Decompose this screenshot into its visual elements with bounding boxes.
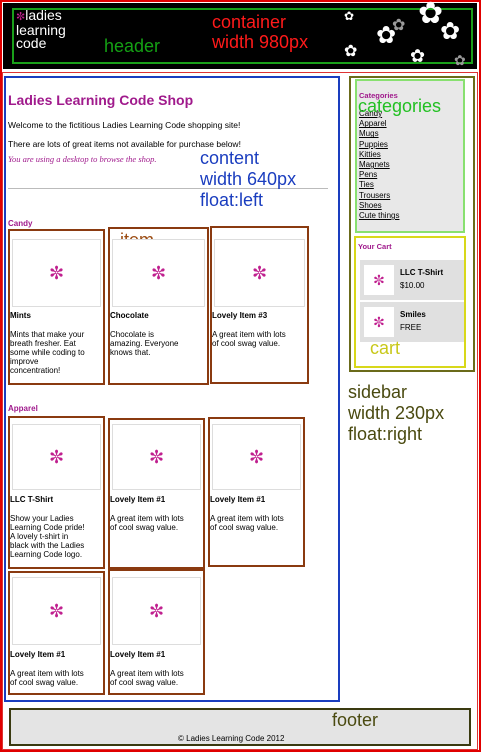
category-list: Candy Apparel Mugs Puppies Kitties Magne… bbox=[359, 109, 399, 221]
cart-item-price: FREE bbox=[400, 323, 422, 332]
product-name: Lovely Item #1 bbox=[10, 650, 66, 659]
product-image: ✼ bbox=[112, 424, 201, 490]
category-heading-candy: Candy bbox=[8, 219, 33, 228]
asterisk-logo-icon: ✼ bbox=[373, 271, 385, 288]
product-card[interactable]: ✼ Lovely Item #1 A great item with lots o… bbox=[108, 569, 205, 695]
cart-thumb: ✼ bbox=[364, 307, 394, 337]
asterisk-logo-icon: ✼ bbox=[373, 313, 385, 330]
asterisk-logo-icon: ✼ bbox=[48, 263, 65, 283]
product-image: ✼ bbox=[112, 577, 201, 645]
category-link[interactable]: Puppies bbox=[359, 140, 399, 150]
page-title: Ladies Learning Code Shop bbox=[8, 92, 194, 108]
cart-label: cart bbox=[370, 338, 401, 358]
product-desc: A great item with lots of cool swag value… bbox=[10, 669, 84, 687]
product-image: ✼ bbox=[212, 424, 301, 490]
category-link[interactable]: Ties bbox=[359, 180, 399, 190]
cart-item-name: LLC T-Shirt bbox=[400, 268, 444, 277]
category-link[interactable]: Kitties bbox=[359, 150, 399, 160]
product-desc: A great item with lots of cool swag value… bbox=[212, 330, 286, 348]
flower-icon: ✿ bbox=[344, 9, 355, 23]
cart-item-name: Smiles bbox=[400, 310, 426, 319]
cart-item[interactable]: ✼ Smiles FREE bbox=[360, 302, 464, 342]
asterisk-logo-icon: ✼ bbox=[148, 601, 165, 621]
cart-heading: Your Cart bbox=[358, 242, 392, 251]
product-image: ✼ bbox=[12, 239, 101, 307]
product-desc: Mints that make your breath fresher. Eat s… bbox=[10, 330, 85, 375]
product-image: ✼ bbox=[214, 239, 305, 307]
cart-item-price: $10.00 bbox=[400, 281, 425, 290]
asterisk-logo-icon: ✼ bbox=[150, 263, 167, 283]
categories-label: categories bbox=[358, 96, 442, 116]
asterisk-logo-icon: ✼ bbox=[48, 447, 65, 467]
sidebar-label: sidebar width 230px float:right bbox=[348, 382, 445, 444]
asterisk-logo-icon: ✼ bbox=[251, 263, 268, 283]
product-desc: A great item with lots of cool swag value… bbox=[210, 514, 284, 532]
product-name: Lovely Item #1 bbox=[110, 650, 166, 659]
content-label: content width 640px float:left bbox=[200, 148, 297, 210]
product-name: LLC T-Shirt bbox=[10, 495, 54, 504]
asterisk-logo-icon: ✼ bbox=[148, 447, 165, 467]
flower-icon: ✿ bbox=[392, 17, 406, 34]
logo[interactable]: ✼ladies learning code bbox=[16, 8, 66, 50]
category-link[interactable]: Shoes bbox=[359, 201, 399, 211]
cart-item[interactable]: ✼ LLC T-Shirt $10.00 bbox=[360, 260, 464, 300]
product-card[interactable]: ✼ Mints Mints that make your breath fresh… bbox=[8, 229, 105, 385]
category-link[interactable]: Cute things bbox=[359, 211, 399, 221]
category-link[interactable]: Trousers bbox=[359, 191, 399, 201]
container-label: container width 980px bbox=[212, 12, 309, 52]
product-desc: A great item with lots of cool swag value… bbox=[110, 514, 184, 532]
category-heading-apparel: Apparel bbox=[8, 404, 38, 413]
intro-text: Welcome to the fictitious Ladies Learnin… bbox=[8, 120, 241, 130]
flower-icon: ✿ bbox=[440, 18, 461, 45]
category-link[interactable]: Magnets bbox=[359, 160, 399, 170]
product-card[interactable]: ✼ Lovely Item #3 A great item with lots o… bbox=[210, 226, 309, 384]
flower-icon: ✿ bbox=[410, 46, 426, 66]
header-label: header bbox=[104, 36, 161, 56]
category-link[interactable]: Apparel bbox=[359, 119, 399, 129]
category-link[interactable]: Mugs bbox=[359, 129, 399, 139]
product-card[interactable]: ✼ Chocolate Chocolate is amazing. Everyon… bbox=[108, 227, 209, 385]
product-name: Chocolate bbox=[110, 311, 149, 320]
product-image: ✼ bbox=[12, 424, 101, 490]
product-image: ✼ bbox=[112, 239, 205, 307]
product-card[interactable]: ✼ LLC T-Shirt Show your Ladies Learning C… bbox=[8, 416, 105, 569]
asterisk-logo-icon: ✼ bbox=[48, 601, 65, 621]
asterisk-logo-icon: ✼ bbox=[248, 447, 265, 467]
flower-icon: ✿ bbox=[454, 52, 466, 68]
product-desc: Show your Ladies Learning Code pride! A lo… bbox=[10, 514, 85, 559]
flower-icon: ✿ bbox=[344, 43, 358, 60]
copyright: © Ladies Learning Code 2012 bbox=[178, 734, 285, 743]
product-image: ✼ bbox=[12, 577, 101, 645]
product-card[interactable]: ✼ Lovely Item #1 A great item with lots o… bbox=[8, 571, 105, 695]
product-name: Lovely Item #3 bbox=[212, 311, 268, 320]
product-desc: A great item with lots of cool swag value… bbox=[110, 669, 184, 687]
device-note: You are using a desktop to browse the sh… bbox=[8, 154, 157, 164]
product-name: Mints bbox=[10, 311, 31, 320]
cart-thumb: ✼ bbox=[364, 265, 394, 295]
product-desc: Chocolate is amazing. Everyone knows that. bbox=[110, 330, 179, 357]
category-link[interactable]: Pens bbox=[359, 170, 399, 180]
product-name: Lovely Item #1 bbox=[210, 495, 266, 504]
product-card[interactable]: ✼ Lovely Item #1 A great item with lots o… bbox=[208, 417, 305, 567]
product-name: Lovely Item #1 bbox=[110, 495, 166, 504]
footer-label: footer bbox=[332, 710, 379, 730]
product-card[interactable]: ✼ Lovely Item #1 A great item with lots o… bbox=[108, 418, 205, 569]
